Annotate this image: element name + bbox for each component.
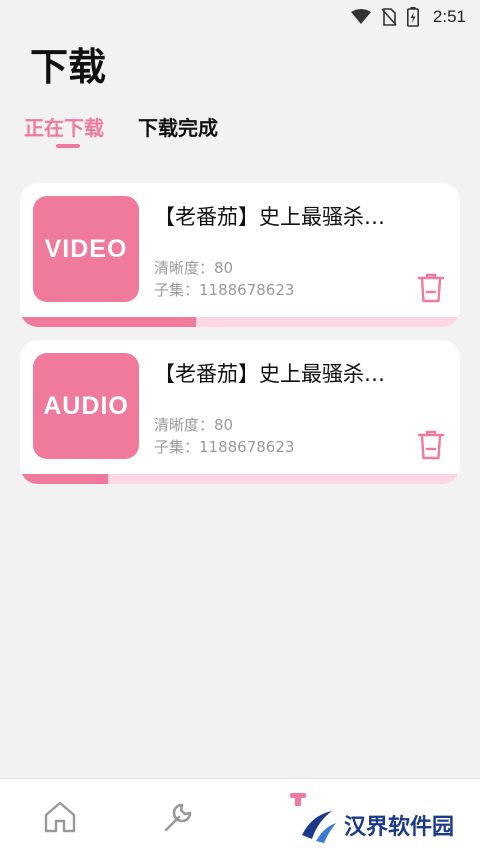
tab-downloading-label: 正在下载 [24, 116, 104, 140]
download-progress-bar [20, 474, 460, 484]
download-tabs: 正在下载 下载完成 [24, 112, 218, 148]
no-sim-icon [381, 8, 397, 26]
delete-trash-icon[interactable] [418, 273, 444, 303]
home-icon[interactable] [40, 797, 80, 837]
tab-completed-label: 下载完成 [138, 116, 218, 140]
clock: 2:51 [432, 7, 466, 26]
status-bar: 2:51 [0, 0, 480, 34]
download-title: 【老番茄】史上最骚杀… [154, 205, 385, 229]
watermark-text: 汉界软件园 [344, 815, 455, 840]
delete-trash-icon[interactable] [418, 430, 444, 460]
tab-downloading[interactable]: 正在下载 [24, 112, 104, 148]
download-episode: 子集：1188678623 [154, 281, 295, 299]
wrench-icon[interactable] [158, 797, 198, 837]
watermark-logo [302, 811, 336, 843]
download-progress-bar [20, 317, 460, 327]
watermark: 汉界软件园 [298, 802, 454, 848]
download-title: 【老番茄】史上最骚杀… [154, 362, 385, 386]
battery-charging-icon [406, 7, 419, 27]
download-progress-fill [20, 317, 196, 327]
video-thumbnail: VIDEO [33, 196, 139, 302]
audio-thumbnail: AUDIO [33, 353, 139, 459]
tab-completed[interactable]: 下载完成 [138, 112, 218, 141]
download-quality: 清晰度：80 [154, 259, 234, 277]
download-quality: 清晰度：80 [154, 416, 234, 434]
download-progress-fill [20, 474, 108, 484]
active-tab-indicator [56, 144, 80, 148]
download-item[interactable]: AUDIO 【老番茄】史上最骚杀… 清晰度：80 子集：1188678623 [20, 340, 460, 484]
download-item[interactable]: VIDEO 【老番茄】史上最骚杀… 清晰度：80 子集：1188678623 [20, 183, 460, 327]
download-episode: 子集：1188678623 [154, 438, 295, 456]
page-title: 下载 [30, 45, 107, 89]
wifi-icon [350, 9, 371, 24]
